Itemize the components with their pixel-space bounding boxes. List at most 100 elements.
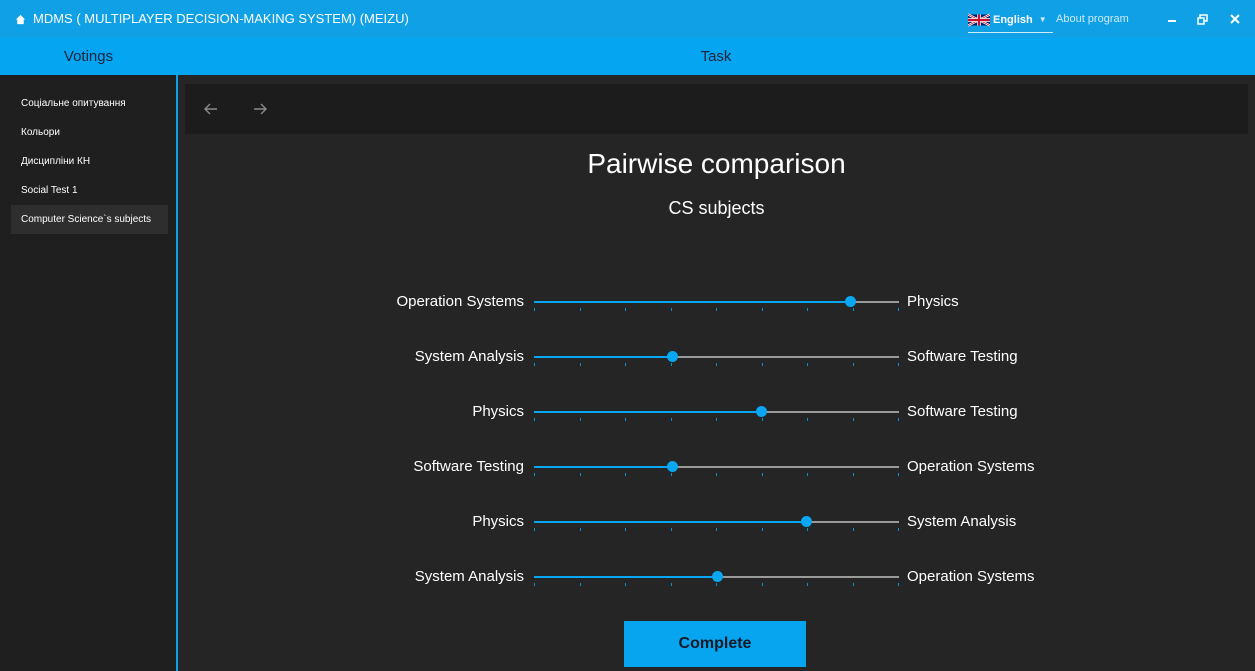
slider-tick xyxy=(807,363,808,366)
comparison-row: Operation Systems Physics xyxy=(178,287,1255,317)
slider-thumb[interactable] xyxy=(667,461,678,472)
slider-tick xyxy=(853,528,854,531)
slider-tick xyxy=(580,363,581,366)
slider-tick xyxy=(762,583,763,586)
close-icon[interactable] xyxy=(1224,8,1246,30)
slider-tick xyxy=(807,583,808,586)
arrow-right-icon[interactable] xyxy=(249,98,271,120)
slider-tick xyxy=(716,473,717,476)
right-option: System Analysis xyxy=(907,513,1017,530)
slider-tick xyxy=(580,473,581,476)
restore-icon[interactable] xyxy=(1191,8,1213,30)
slider-thumb[interactable] xyxy=(712,571,723,582)
slider-tick xyxy=(853,473,854,476)
slider-tick xyxy=(534,583,535,586)
left-option: Operation Systems xyxy=(396,293,524,310)
slider-tick xyxy=(807,528,808,531)
slider-tick xyxy=(716,308,717,311)
sidebar-item-cs-disciplines[interactable]: Дисципліни КН xyxy=(11,147,168,176)
slider-tick xyxy=(671,308,672,311)
page-subtitle: CS subjects xyxy=(668,198,765,218)
minimize-icon[interactable] xyxy=(1161,8,1183,30)
comparison-slider[interactable] xyxy=(534,456,899,478)
slider-tick xyxy=(898,308,899,311)
slider-tick xyxy=(580,418,581,421)
slider-tick xyxy=(625,308,626,311)
page-title: Pairwise comparison xyxy=(587,148,846,179)
slider-tick xyxy=(534,418,535,421)
arrow-left-icon[interactable] xyxy=(200,98,222,120)
slider-thumb[interactable] xyxy=(756,406,767,417)
sidebar-item-social-survey[interactable]: Соціальне опитування xyxy=(11,89,168,118)
slider-tick xyxy=(853,363,854,366)
slider-tick xyxy=(580,528,581,531)
slider-tick xyxy=(534,363,535,366)
slider-tick xyxy=(671,363,672,366)
comparison-slider[interactable] xyxy=(534,401,899,423)
slider-tick xyxy=(807,473,808,476)
home-icon xyxy=(14,13,26,25)
slider-tick xyxy=(625,418,626,421)
slider-tick xyxy=(534,308,535,311)
slider-tick xyxy=(671,583,672,586)
voting-list: Соціальне опитування Кольори Дисципліни … xyxy=(11,89,168,234)
left-option: Physics xyxy=(472,513,524,530)
slider-tick xyxy=(762,418,763,421)
slider-thumb[interactable] xyxy=(667,351,678,362)
sidebar-item-social-test-1[interactable]: Social Test 1 xyxy=(11,176,168,205)
comparison-slider[interactable] xyxy=(534,291,899,313)
slider-thumb[interactable] xyxy=(845,296,856,307)
sidebar-item-colors[interactable]: Кольори xyxy=(11,118,168,147)
left-option: System Analysis xyxy=(414,568,524,585)
slider-tick xyxy=(534,528,535,531)
header-bar: Votings Task xyxy=(0,38,1255,75)
slider-tick xyxy=(762,528,763,531)
chevron-down-icon: ▼ xyxy=(1038,15,1047,24)
slider-tick xyxy=(898,473,899,476)
slider-tick xyxy=(716,528,717,531)
slider-tick xyxy=(716,418,717,421)
slider-tick xyxy=(807,418,808,421)
slider-tick xyxy=(898,583,899,586)
right-option: Operation Systems xyxy=(907,568,1035,585)
left-option: Software Testing xyxy=(413,458,524,475)
slider-tick xyxy=(853,308,854,311)
comparison-slider[interactable] xyxy=(534,346,899,368)
slider-tick xyxy=(716,363,717,366)
comparison-slider[interactable] xyxy=(534,566,899,588)
title-bar: MDMS ( MULTIPLAYER DECISION-MAKING SYSTE… xyxy=(0,0,1255,38)
left-option: Physics xyxy=(472,403,524,420)
task-header: Task xyxy=(700,48,732,65)
slider-tick xyxy=(807,308,808,311)
slider-fill xyxy=(534,576,717,578)
slider-tick xyxy=(625,583,626,586)
slider-fill xyxy=(534,356,672,358)
slider-fill xyxy=(534,466,672,468)
slider-fill xyxy=(534,411,761,413)
right-option: Physics xyxy=(907,293,959,310)
language-dropdown[interactable]: English ▼ xyxy=(968,7,1053,33)
comparison-slider[interactable] xyxy=(534,511,899,533)
slider-tick xyxy=(671,473,672,476)
left-option: System Analysis xyxy=(414,348,524,365)
slider-thumb[interactable] xyxy=(801,516,812,527)
slider-tick xyxy=(898,418,899,421)
app-title: MDMS ( MULTIPLAYER DECISION-MAKING SYSTE… xyxy=(33,11,409,26)
right-option: Operation Systems xyxy=(907,458,1035,475)
slider-tick xyxy=(716,583,717,586)
comparison-row: Physics Software Testing xyxy=(178,397,1255,427)
slider-fill xyxy=(534,521,806,523)
slider-tick xyxy=(671,528,672,531)
complete-button[interactable]: Complete xyxy=(624,621,806,667)
slider-tick xyxy=(625,473,626,476)
slider-tick xyxy=(625,363,626,366)
slider-tick xyxy=(762,308,763,311)
slider-tick xyxy=(898,528,899,531)
sidebar: Соціальне опитування Кольори Дисципліни … xyxy=(0,75,176,671)
slider-tick xyxy=(534,473,535,476)
about-program-link[interactable]: About program xyxy=(1056,13,1129,25)
slider-tick xyxy=(671,418,672,421)
sidebar-item-cs-subjects[interactable]: Computer Science`s subjects xyxy=(11,205,168,234)
right-option: Software Testing xyxy=(907,348,1018,365)
slider-tick xyxy=(580,308,581,311)
